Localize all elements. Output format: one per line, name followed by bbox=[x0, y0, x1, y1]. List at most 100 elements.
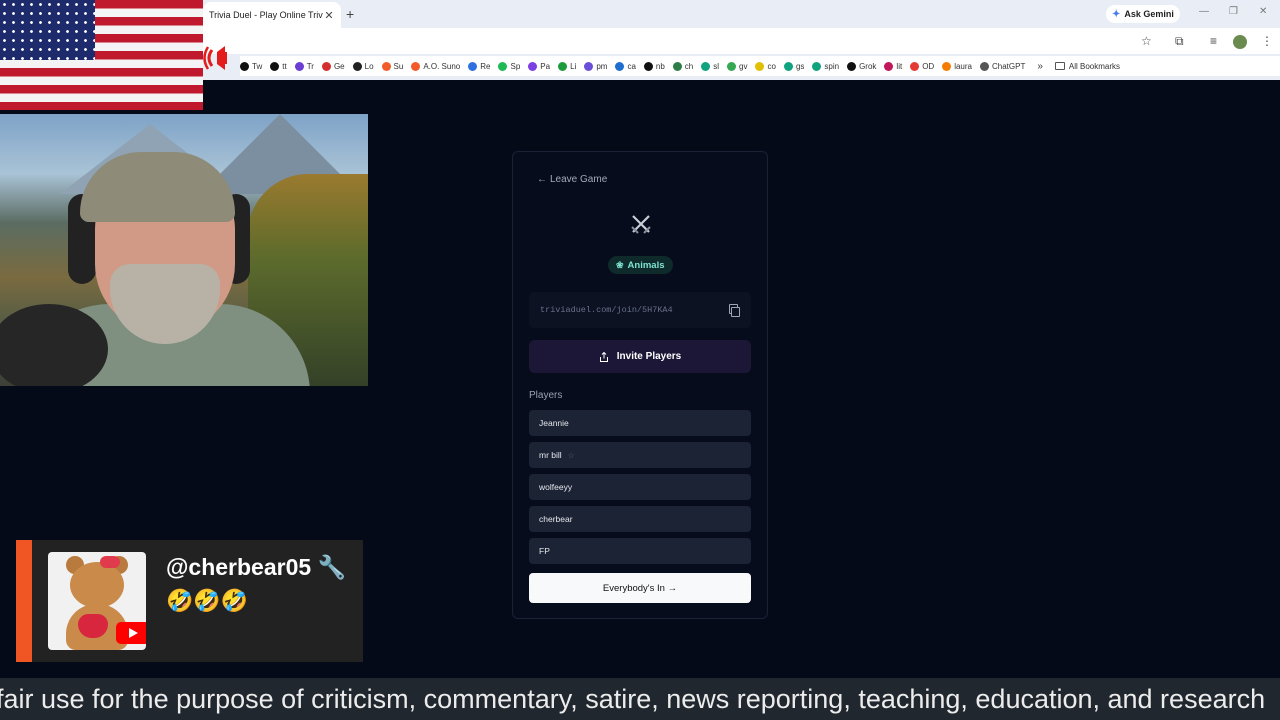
bookmark-item[interactable]: A.O. Suno bbox=[411, 61, 460, 71]
player-name: mr bill bbox=[539, 450, 562, 460]
bookmark-label: lit bbox=[896, 61, 903, 71]
us-flag-overlay bbox=[0, 0, 203, 110]
bookmark-label: Sp bbox=[510, 61, 521, 71]
bookmark-favicon-icon bbox=[584, 61, 594, 71]
bookmark-item[interactable]: ch bbox=[672, 61, 694, 71]
bookmark-item[interactable]: Grok bbox=[847, 61, 877, 71]
bookmark-item[interactable]: laura bbox=[942, 61, 972, 71]
tab-title: Trivia Duel - Play Online Trivia bbox=[209, 10, 323, 20]
bookmark-item[interactable]: Su bbox=[381, 61, 403, 71]
bookmark-item[interactable]: spin bbox=[812, 61, 840, 71]
bookmark-item[interactable]: co bbox=[755, 61, 776, 71]
bookmark-label: nb bbox=[655, 61, 665, 71]
bookmark-item[interactable]: gs bbox=[783, 61, 804, 71]
bookmark-favicon-icon bbox=[411, 61, 421, 71]
player-name: Jeannie bbox=[539, 418, 569, 428]
category-badge: ❀ Animals bbox=[608, 256, 673, 274]
new-tab-button[interactable]: + bbox=[346, 6, 354, 22]
bookmark-favicon-icon bbox=[498, 61, 508, 71]
bookmark-item[interactable]: Ge bbox=[321, 61, 345, 71]
bookmark-item[interactable]: ca bbox=[615, 61, 636, 71]
extensions-icon[interactable]: ⧉ bbox=[1175, 34, 1184, 49]
chat-accent-bar bbox=[16, 540, 32, 662]
ask-gemini-button[interactable]: ✦ Ask Gemini bbox=[1106, 5, 1180, 23]
minimize-button[interactable]: — bbox=[1199, 6, 1209, 17]
bookmark-label: Re bbox=[480, 61, 491, 71]
player-name: wolfeeyy bbox=[539, 482, 573, 492]
category-label: Animals bbox=[627, 259, 665, 271]
bookmark-label: Tr bbox=[306, 61, 314, 71]
bookmark-item[interactable]: Pa bbox=[528, 61, 550, 71]
invite-link-box[interactable]: triviaduel.com/join/5H7KA4 bbox=[529, 292, 751, 328]
bookmark-label: Ge bbox=[333, 61, 345, 71]
bookmark-item[interactable]: pm bbox=[584, 61, 607, 71]
bookmark-favicon-icon bbox=[294, 61, 304, 71]
copy-icon[interactable] bbox=[728, 304, 740, 317]
bookmark-label: Tw bbox=[252, 61, 263, 71]
bookmark-favicon-icon bbox=[755, 61, 765, 71]
bookmark-item[interactable]: ChatGPT bbox=[980, 61, 1025, 71]
bookmark-label: ca bbox=[627, 61, 636, 71]
player-row: mr bill ☆ bbox=[529, 442, 751, 468]
bookmark-favicon-icon bbox=[847, 61, 857, 71]
bookmark-item[interactable]: gv bbox=[727, 61, 748, 71]
bookmark-favicon-icon bbox=[910, 61, 920, 71]
bookmark-item[interactable]: nb bbox=[643, 61, 665, 71]
chat-avatar bbox=[48, 552, 146, 650]
bookmarks-overflow-icon[interactable]: » bbox=[1037, 61, 1043, 72]
bookmark-item[interactable]: lit bbox=[884, 61, 903, 71]
bookmark-label: gv bbox=[739, 61, 748, 71]
bookmark-favicon-icon bbox=[270, 61, 280, 71]
bookmark-favicon-icon bbox=[701, 61, 711, 71]
heart-icon bbox=[78, 614, 108, 638]
bookmark-label: Lo bbox=[364, 61, 374, 71]
bookmark-favicon-icon bbox=[783, 61, 793, 71]
restore-button[interactable]: ❐ bbox=[1229, 6, 1238, 17]
bookmark-item[interactable]: sl bbox=[701, 61, 720, 71]
all-bookmarks-button[interactable]: All Bookmarks bbox=[1054, 62, 1120, 71]
players-heading: Players bbox=[529, 390, 563, 401]
paw-icon: ❀ bbox=[616, 259, 624, 270]
bookmark-favicon-icon bbox=[468, 61, 478, 71]
bookmark-favicon-icon bbox=[321, 61, 331, 71]
profile-avatar[interactable] bbox=[1233, 35, 1247, 49]
window-close-button[interactable]: ✕ bbox=[1259, 6, 1267, 17]
player-row: FP bbox=[529, 538, 751, 564]
tab-trivia-duel[interactable]: Trivia Duel - Play Online Trivia ✕ bbox=[203, 2, 341, 28]
chat-username: @cherbear05 🔧 bbox=[166, 554, 347, 580]
bear-bow bbox=[100, 556, 120, 568]
bookmarks-bar: Tw tt Tr Ge Lo Su A.O. Suno Re Sp Pa Li pm ca nb ch sl g… bbox=[240, 56, 1280, 76]
media-controls-icon[interactable]: ≡ bbox=[1210, 34, 1217, 48]
bookmark-favicon-icon bbox=[672, 61, 682, 71]
bookmark-label: sl bbox=[713, 61, 720, 71]
invite-players-button[interactable]: Invite Players bbox=[529, 340, 751, 373]
tab-close-icon[interactable]: ✕ bbox=[323, 9, 335, 22]
bookmark-item[interactable]: Tw bbox=[240, 61, 263, 71]
bookmark-label: spin bbox=[824, 61, 840, 71]
bookmark-favicon-icon bbox=[884, 61, 894, 71]
bookmark-item[interactable]: OD bbox=[910, 61, 934, 71]
bookmark-label: Grok bbox=[859, 61, 877, 71]
bookmark-item[interactable]: Sp bbox=[498, 61, 521, 71]
bookmark-favicon-icon bbox=[643, 61, 653, 71]
player-name: cherbear bbox=[539, 514, 573, 524]
bookmark-favicon-icon bbox=[528, 61, 538, 71]
everybody-in-button[interactable]: Everybody's In → bbox=[529, 573, 751, 603]
speaker-volume-icon bbox=[203, 46, 227, 70]
teddy-bear-head bbox=[70, 562, 124, 608]
bookmark-item[interactable]: Re bbox=[468, 61, 491, 71]
bookmark-item[interactable]: tt bbox=[270, 61, 287, 71]
fair-use-text: fair use for the purpose of criticism, c… bbox=[0, 684, 1266, 714]
folder-icon bbox=[1054, 62, 1065, 70]
bookmark-star-icon[interactable]: ☆ bbox=[1141, 34, 1152, 48]
menu-kebab-icon[interactable]: ⋮ bbox=[1261, 34, 1273, 48]
bookmark-label: ch bbox=[684, 61, 694, 71]
bookmark-item[interactable]: Lo bbox=[352, 61, 374, 71]
chat-message-text: 🤣🤣🤣 bbox=[166, 588, 249, 613]
bookmark-item[interactable]: Li bbox=[558, 61, 576, 71]
ask-gemini-label: Ask Gemini bbox=[1124, 9, 1174, 19]
bookmark-favicon-icon bbox=[381, 61, 391, 71]
leave-game-link[interactable]: ← Leave Game bbox=[537, 174, 607, 185]
bookmark-item[interactable]: Tr bbox=[294, 61, 314, 71]
arrow-left-icon: ← bbox=[537, 174, 547, 185]
